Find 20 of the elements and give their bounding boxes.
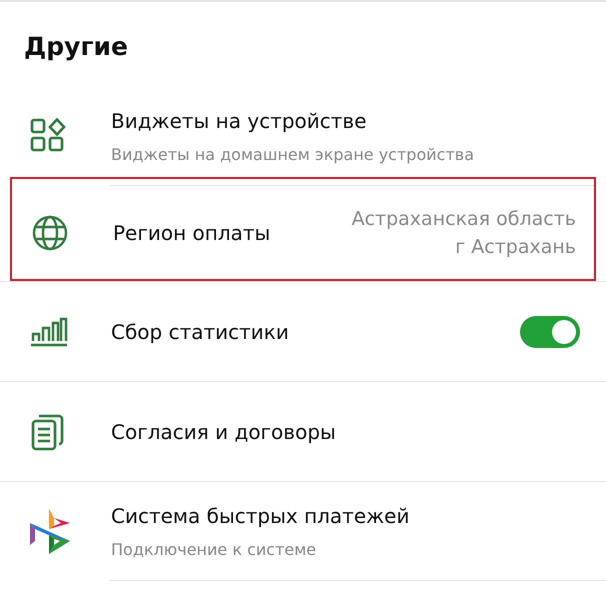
item-title[interactable]: Виджеты на устройстве	[111, 108, 580, 132]
section-title: Другие	[23, 31, 129, 63]
settings-row[interactable]: Система быстрых платежей Подключение к системе	[0, 481, 606, 580]
item-title[interactable]: Регион оплаты	[113, 220, 352, 244]
region-value: Астраханская область	[352, 208, 576, 230]
widgets-icon	[30, 118, 66, 154]
region-value: г Астрахань	[455, 236, 576, 258]
settings-row[interactable]: Согласия и договоры	[0, 381, 606, 481]
bar-chart-icon	[30, 316, 68, 346]
globe-icon	[32, 214, 68, 250]
item-subtitle: Виджеты на домашнем экране устройства	[111, 144, 475, 164]
settings-row[interactable]: Виджеты на устройстве Виджеты на домашнем экране устройства	[0, 87, 606, 185]
settings-row[interactable]: Сбор статистики	[0, 281, 606, 381]
item-title[interactable]: Сбор статистики	[111, 320, 520, 344]
item-title[interactable]: Согласия и договоры	[111, 420, 580, 444]
item-title[interactable]: Система быстрых платежей	[111, 504, 580, 528]
toggle-switch[interactable]	[520, 316, 580, 348]
documents-icon	[30, 412, 64, 450]
item-subtitle: Подключение к системе	[111, 540, 318, 558]
sbp-logo-icon	[30, 507, 72, 555]
